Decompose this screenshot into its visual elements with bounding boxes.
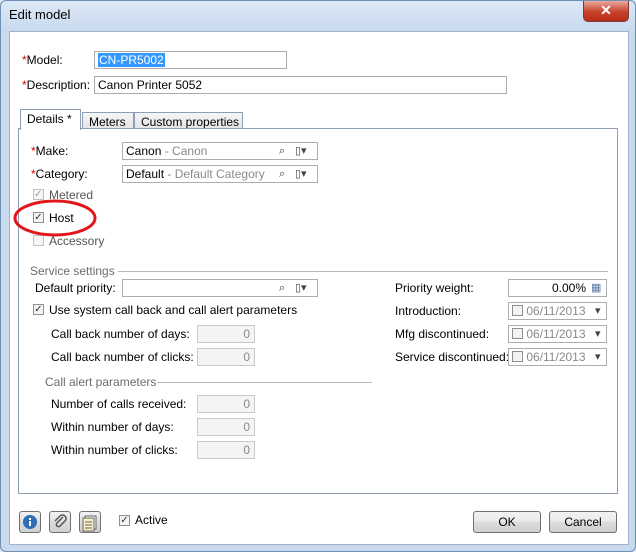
category-input[interactable]: Default - Default Category ⌕ ▯▾ bbox=[122, 165, 318, 183]
introduction-label: Introduction: bbox=[395, 304, 462, 318]
calls-received-label: Number of calls received: bbox=[51, 397, 187, 411]
service-discontinued-date[interactable]: 06/11/2013 ▾ bbox=[508, 348, 607, 366]
search-icon[interactable]: ⌕ bbox=[279, 280, 285, 296]
chevron-down-icon[interactable]: ▾ bbox=[595, 326, 601, 342]
window-title: Edit model bbox=[9, 7, 71, 22]
section-divider bbox=[157, 382, 372, 383]
priority-weight-input[interactable]: 0.00% ▦ bbox=[508, 279, 607, 297]
within-days-input[interactable]: 0 bbox=[197, 418, 255, 436]
active-checkbox[interactable]: ✓ bbox=[119, 515, 130, 526]
search-icon[interactable]: ⌕ bbox=[279, 166, 285, 182]
introduction-date[interactable]: 06/11/2013 ▾ bbox=[508, 302, 607, 320]
use-system-parameters-checkbox[interactable]: ✓ bbox=[33, 304, 44, 315]
mfg-discontinued-checkbox[interactable] bbox=[512, 328, 523, 339]
ok-button[interactable]: OK bbox=[473, 511, 541, 533]
dropdown-menu-icon[interactable]: ▯▾ bbox=[295, 166, 307, 182]
model-input[interactable]: CN-PR5002 bbox=[94, 51, 287, 69]
info-button[interactable] bbox=[19, 511, 41, 533]
call-alert-heading: Call alert parameters bbox=[45, 375, 157, 389]
service-discontinued-checkbox[interactable] bbox=[512, 351, 523, 362]
priority-weight-label: Priority weight: bbox=[395, 281, 474, 295]
make-label: *Make: bbox=[31, 144, 69, 158]
chevron-down-icon[interactable]: ▾ bbox=[595, 303, 601, 319]
call-back-days-label: Call back number of days: bbox=[51, 327, 190, 341]
dropdown-menu-icon[interactable]: ▯▾ bbox=[295, 280, 307, 296]
notes-icon bbox=[82, 515, 97, 532]
section-divider bbox=[118, 271, 608, 272]
within-days-label: Within number of days: bbox=[51, 420, 174, 434]
close-icon: ✕ bbox=[600, 2, 612, 18]
within-clicks-input[interactable]: 0 bbox=[197, 441, 255, 459]
within-clicks-label: Within number of clicks: bbox=[51, 443, 178, 457]
default-priority-input[interactable]: ⌕ ▯▾ bbox=[122, 279, 318, 297]
description-label: *Description: bbox=[22, 78, 91, 92]
info-icon bbox=[23, 515, 37, 529]
category-label: *Category: bbox=[31, 167, 88, 181]
mfg-discontinued-label: Mfg discontinued: bbox=[395, 327, 490, 341]
mfg-discontinued-date[interactable]: 06/11/2013 ▾ bbox=[508, 325, 607, 343]
attachment-button[interactable] bbox=[49, 511, 71, 533]
attachment-icon bbox=[54, 514, 67, 528]
title-bar: Edit model ✕ bbox=[1, 1, 635, 29]
cancel-button[interactable]: Cancel bbox=[549, 511, 617, 533]
make-input[interactable]: Canon - Canon ⌕ ▯▾ bbox=[122, 142, 318, 160]
use-system-parameters-label: Use system call back and call alert para… bbox=[49, 303, 298, 317]
default-priority-label: Default priority: bbox=[35, 281, 116, 295]
dropdown-menu-icon[interactable]: ▯▾ bbox=[295, 143, 307, 159]
service-discontinued-label: Service discontinued: bbox=[395, 350, 510, 364]
annotation-circle bbox=[13, 199, 97, 237]
service-settings-heading: Service settings bbox=[30, 264, 115, 278]
search-icon[interactable]: ⌕ bbox=[279, 143, 285, 159]
call-back-days-input[interactable]: 0 bbox=[197, 325, 255, 343]
close-button[interactable]: ✕ bbox=[583, 1, 629, 22]
description-input[interactable]: Canon Printer 5052 bbox=[94, 76, 507, 94]
calculator-icon[interactable]: ▦ bbox=[591, 280, 601, 296]
call-back-clicks-label: Call back number of clicks: bbox=[51, 350, 194, 364]
active-label: Active bbox=[135, 513, 168, 527]
calls-received-input[interactable]: 0 bbox=[197, 395, 255, 413]
introduction-date-checkbox[interactable] bbox=[512, 305, 523, 316]
notes-button[interactable] bbox=[79, 511, 101, 533]
call-back-clicks-input[interactable]: 0 bbox=[197, 348, 255, 366]
chevron-down-icon[interactable]: ▾ bbox=[595, 349, 601, 365]
tab-details[interactable]: Details * bbox=[20, 109, 81, 130]
model-label: *Model: bbox=[22, 53, 63, 67]
